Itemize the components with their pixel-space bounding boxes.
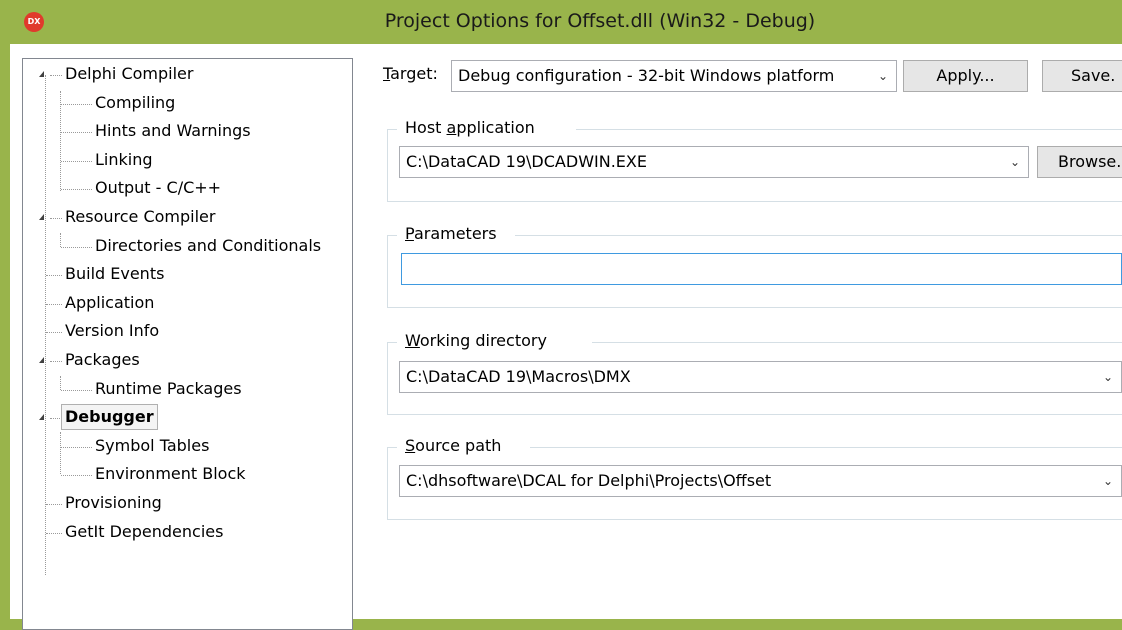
tree-connector xyxy=(61,132,92,134)
options-tree[interactable]: Delphi Compiler Compiling Hints and Warnin… xyxy=(22,58,353,630)
tree-item-label: Build Events xyxy=(65,264,165,284)
target-select[interactable]: Debug configuration - 32-bit Windows pla… xyxy=(451,60,897,92)
tree-item-label: Provisioning xyxy=(65,493,162,512)
tree-item-label: Output - C/C++ xyxy=(95,178,222,198)
target-value: Debug configuration - 32-bit Windows pla… xyxy=(458,66,835,85)
apply-button[interactable]: Apply... xyxy=(903,60,1028,92)
tree-connector xyxy=(50,75,62,76)
tree-root-line xyxy=(45,75,46,575)
tree-item-label: Compiling xyxy=(95,92,176,112)
tree-branch-line xyxy=(60,91,61,191)
host-application-select[interactable]: C:\DataCAD 19\DCADWIN.EXE ⌄ xyxy=(399,146,1029,178)
tree-item-label: Linking xyxy=(95,149,153,169)
tree-item-label: Resource Compiler xyxy=(65,207,216,226)
tree-connector xyxy=(46,303,62,305)
host-application-value: C:\DataCAD 19\DCADWIN.EXE xyxy=(406,152,647,171)
tree-connector xyxy=(61,446,92,448)
tree-connector xyxy=(46,532,62,534)
tree-item-label: Version Info xyxy=(65,321,160,341)
tree-item-label: Delphi Compiler xyxy=(65,64,194,83)
tree-connector xyxy=(61,160,92,162)
working-directory-select[interactable]: C:\DataCAD 19\Macros\DMX ⌄ xyxy=(399,361,1122,393)
tree-item-label: Symbol Tables xyxy=(95,435,210,455)
chevron-down-icon: ⌄ xyxy=(1009,155,1020,169)
tree-branch-line xyxy=(60,233,61,247)
target-label: Target: xyxy=(383,64,438,83)
tree-branch-line xyxy=(60,376,61,390)
tree-connector xyxy=(50,361,62,362)
tree-connector xyxy=(61,103,92,105)
tree-item-label: Runtime Packages xyxy=(95,378,242,398)
window-title: Project Options for Offset.dll (Win32 - … xyxy=(384,10,816,32)
chevron-down-icon: ⌄ xyxy=(1102,370,1113,384)
working-directory-value: C:\DataCAD 19\Macros\DMX xyxy=(406,367,631,386)
expand-triangle-icon[interactable] xyxy=(39,71,44,77)
title-bar[interactable]: DX Project Options for Offset.dll (Win32… xyxy=(0,0,1122,44)
tree-branch-line xyxy=(60,432,61,474)
window-frame-left xyxy=(0,44,10,619)
chevron-down-icon: ⌄ xyxy=(877,69,888,83)
tree-connector xyxy=(46,275,62,277)
chevron-down-icon: ⌄ xyxy=(1102,474,1113,488)
group-separator xyxy=(387,129,397,130)
tree-connector xyxy=(50,218,62,219)
tree-item-label: Hints and Warnings xyxy=(95,121,251,141)
tree-item-label: Environment Block xyxy=(95,464,246,484)
expand-triangle-icon[interactable] xyxy=(39,214,44,220)
parameters-input[interactable] xyxy=(401,253,1122,285)
tree-item-label: Directories and Conditionals xyxy=(95,235,322,255)
source-path-select[interactable]: C:\dhsoftware\DCAL for Delphi\Projects\O… xyxy=(399,465,1122,497)
dialog-client-area: Delphi Compiler Compiling Hints and Warnin… xyxy=(10,44,1122,630)
tree-item-label: GetIt Dependencies xyxy=(65,521,224,541)
tree-item-label: Debugger xyxy=(61,404,158,431)
tree-connector xyxy=(61,475,92,477)
save-button[interactable]: Save. xyxy=(1042,60,1122,92)
tree-item-label: Application xyxy=(65,292,155,312)
browse-button[interactable]: Browse. xyxy=(1037,146,1122,178)
tree-connector xyxy=(46,332,62,334)
expand-triangle-icon[interactable] xyxy=(39,414,44,421)
source-path-value: C:\dhsoftware\DCAL for Delphi\Projects\O… xyxy=(406,471,772,490)
tree-connector xyxy=(61,246,92,248)
expand-triangle-icon[interactable] xyxy=(39,357,44,363)
tree-item-label: Packages xyxy=(65,350,140,369)
tree-connector xyxy=(61,389,92,391)
tree-connector xyxy=(61,189,92,191)
tree-connector xyxy=(46,504,62,505)
